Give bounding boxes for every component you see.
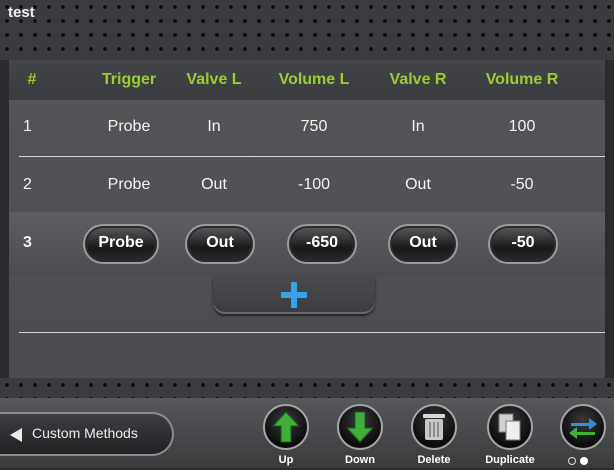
add-row-button[interactable] — [213, 276, 375, 314]
table-header: # Trigger Valve L Volume L Valve R Volum… — [9, 60, 605, 100]
table-row-selected[interactable]: 3 Probe Out -650 Out -50 — [9, 212, 605, 276]
duplicate-label: Duplicate — [485, 454, 535, 466]
methods-table-panel: # Trigger Valve L Volume L Valve R Volum… — [9, 60, 605, 378]
page-indicator — [568, 452, 592, 470]
valve-l-value: Out — [201, 176, 227, 193]
page-dot[interactable] — [568, 457, 576, 465]
swap-icon — [569, 418, 597, 439]
trigger-select-button[interactable]: Probe — [83, 224, 159, 264]
row-divider — [19, 332, 605, 333]
row-number: 2 — [23, 176, 32, 193]
volume-r-input-button[interactable]: -50 — [488, 224, 558, 264]
window-title: test — [8, 4, 35, 21]
header-number: # — [27, 71, 37, 88]
volume-l-value: -100 — [297, 176, 331, 193]
arrow-up-icon — [271, 411, 301, 443]
valve-r-value: In — [411, 118, 425, 135]
trash-icon — [423, 414, 445, 440]
valve-l-select-button[interactable]: Out — [185, 224, 255, 264]
plus-icon — [281, 282, 307, 308]
up-button[interactable]: Up — [260, 404, 316, 468]
trigger-value: Probe — [107, 176, 151, 193]
header-trigger: Trigger — [101, 71, 157, 88]
back-button-label: Custom Methods — [32, 425, 138, 441]
down-button[interactable]: Down — [334, 404, 390, 468]
delete-label: Delete — [417, 454, 451, 466]
back-arrow-icon — [10, 428, 22, 442]
delete-button[interactable]: Delete — [408, 404, 464, 468]
header-volume-r: Volume R — [485, 71, 559, 88]
duplicate-button[interactable]: Duplicate — [484, 404, 540, 468]
bottom-toolbar: Custom Methods Up Down Delete Duplicate — [0, 398, 614, 468]
row-number: 3 — [23, 234, 32, 251]
row-number: 1 — [23, 118, 32, 135]
volume-l-value: 750 — [300, 118, 328, 135]
valve-r-value: Out — [405, 176, 431, 193]
valve-l-value: In — [207, 118, 221, 135]
top-dotted-bar: test — [0, 0, 614, 60]
trigger-value: Probe — [107, 118, 151, 135]
valve-r-select-button[interactable]: Out — [388, 224, 458, 264]
header-volume-l: Volume L — [278, 71, 350, 88]
volume-r-value: -50 — [510, 176, 534, 193]
bottom-dotted-bar — [0, 378, 614, 398]
header-valve-r: Valve R — [389, 71, 447, 88]
custom-methods-back-button[interactable]: Custom Methods — [0, 412, 174, 456]
header-valve-l: Valve L — [186, 71, 242, 88]
arrow-down-icon — [345, 411, 375, 443]
down-label: Down — [345, 454, 375, 466]
table-row[interactable]: 2 Probe Out -100 Out -50 — [9, 156, 605, 212]
copy-icon — [498, 413, 521, 441]
table-row[interactable]: 1 Probe In 750 In 100 — [9, 100, 605, 156]
volume-l-input-button[interactable]: -650 — [287, 224, 357, 264]
volume-r-value: 100 — [508, 118, 536, 135]
up-label: Up — [278, 454, 294, 466]
page-dot-active[interactable] — [580, 457, 588, 465]
